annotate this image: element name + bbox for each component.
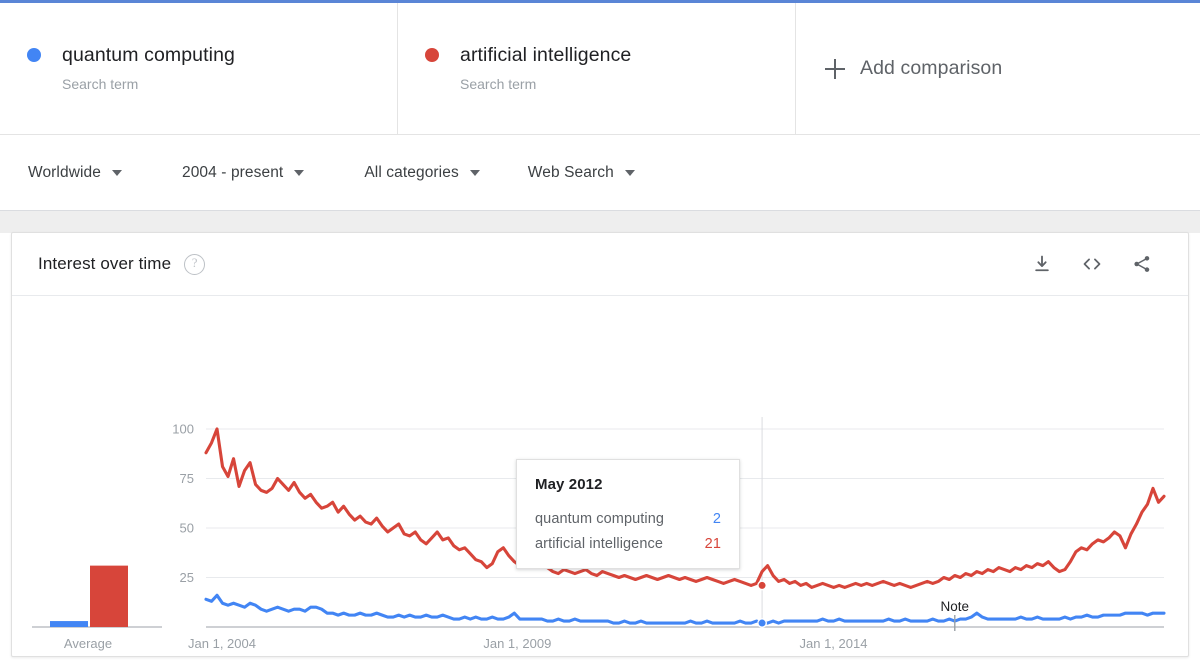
chart-tooltip: May 2012 quantum computing 2 artificial … [516,459,740,569]
card-actions [1030,252,1168,276]
search-term-header-0: quantum computing [27,43,397,67]
series-color-dot-icon [27,48,41,62]
search-term-type-1: Search term [460,74,795,94]
search-term-name-0: quantum computing [62,43,235,67]
page-title: Interest over time [38,254,171,274]
series-color-dot-icon [425,48,439,62]
filter-search-type[interactable]: Web Search [528,164,635,182]
tooltip-series-value-1: 21 [705,536,721,552]
series-line-quantum-computing [206,595,1164,623]
search-term-name-1: artificial intelligence [460,43,631,67]
add-comparison-label: Add comparison [860,57,1002,80]
interest-over-time-card: Interest over time ? [11,232,1189,657]
chart-area[interactable]: 25 50 75 100 Jan 1, 2004 Jan 1, 2009 Jan 1, 20… [12,296,1188,657]
tooltip-series-value-0: 2 [713,511,721,527]
card-header: Interest over time ? [12,233,1188,296]
chevron-down-icon [294,170,304,176]
filter-time-range-label: 2004 - present [182,164,283,182]
filter-search-type-label: Web Search [528,164,614,182]
x-axis-tick: Jan 1, 2014 [800,636,868,651]
y-axis-tick: 25 [180,570,194,585]
add-comparison-button[interactable]: Add comparison [796,3,1200,134]
y-axis-tick: 100 [172,422,194,437]
chevron-down-icon [625,170,635,176]
filter-category[interactable]: All categories [364,164,479,182]
filter-location-label: Worldwide [28,164,101,182]
google-trends-page: quantum computing Search term artificial… [0,0,1200,667]
tooltip-series-name-1: artificial intelligence [535,536,663,552]
average-panel-label: Average [64,636,112,651]
search-term-type-0: Search term [62,74,397,94]
filter-location[interactable]: Worldwide [28,164,122,182]
tooltip-row-0: quantum computing 2 [535,511,721,527]
filter-category-label: All categories [364,164,458,182]
hover-point-marker [758,619,766,627]
tooltip-series-name-0: quantum computing [535,511,664,527]
download-icon[interactable] [1030,252,1054,276]
chart-annotation-note[interactable]: Note [941,599,970,614]
share-icon[interactable] [1130,252,1154,276]
plus-icon [825,59,845,79]
y-axis-tick: 75 [180,471,194,486]
help-icon[interactable]: ? [184,254,205,275]
chevron-down-icon [112,170,122,176]
search-terms-row: quantum computing Search term artificial… [0,3,1200,135]
filters-row: Worldwide 2004 - present All categories … [0,136,1200,210]
search-term-card-1[interactable]: artificial intelligence Search term [398,3,796,134]
x-axis-tick: Jan 1, 2009 [483,636,551,651]
filter-time-range[interactable]: 2004 - present [182,164,304,182]
x-axis-tick: Jan 1, 2004 [188,636,256,651]
embed-code-icon[interactable] [1080,252,1104,276]
average-bar-quantum-computing [50,621,88,627]
search-term-header-1: artificial intelligence [425,43,795,67]
chevron-down-icon [470,170,480,176]
average-bar-artificial-intelligence [90,566,128,627]
y-axis-tick: 50 [180,521,194,536]
hover-point-marker [758,581,766,589]
tooltip-row-1: artificial intelligence 21 [535,536,721,552]
section-separator [0,210,1200,233]
tooltip-date: May 2012 [535,476,721,493]
search-term-card-0[interactable]: quantum computing Search term [0,3,398,134]
